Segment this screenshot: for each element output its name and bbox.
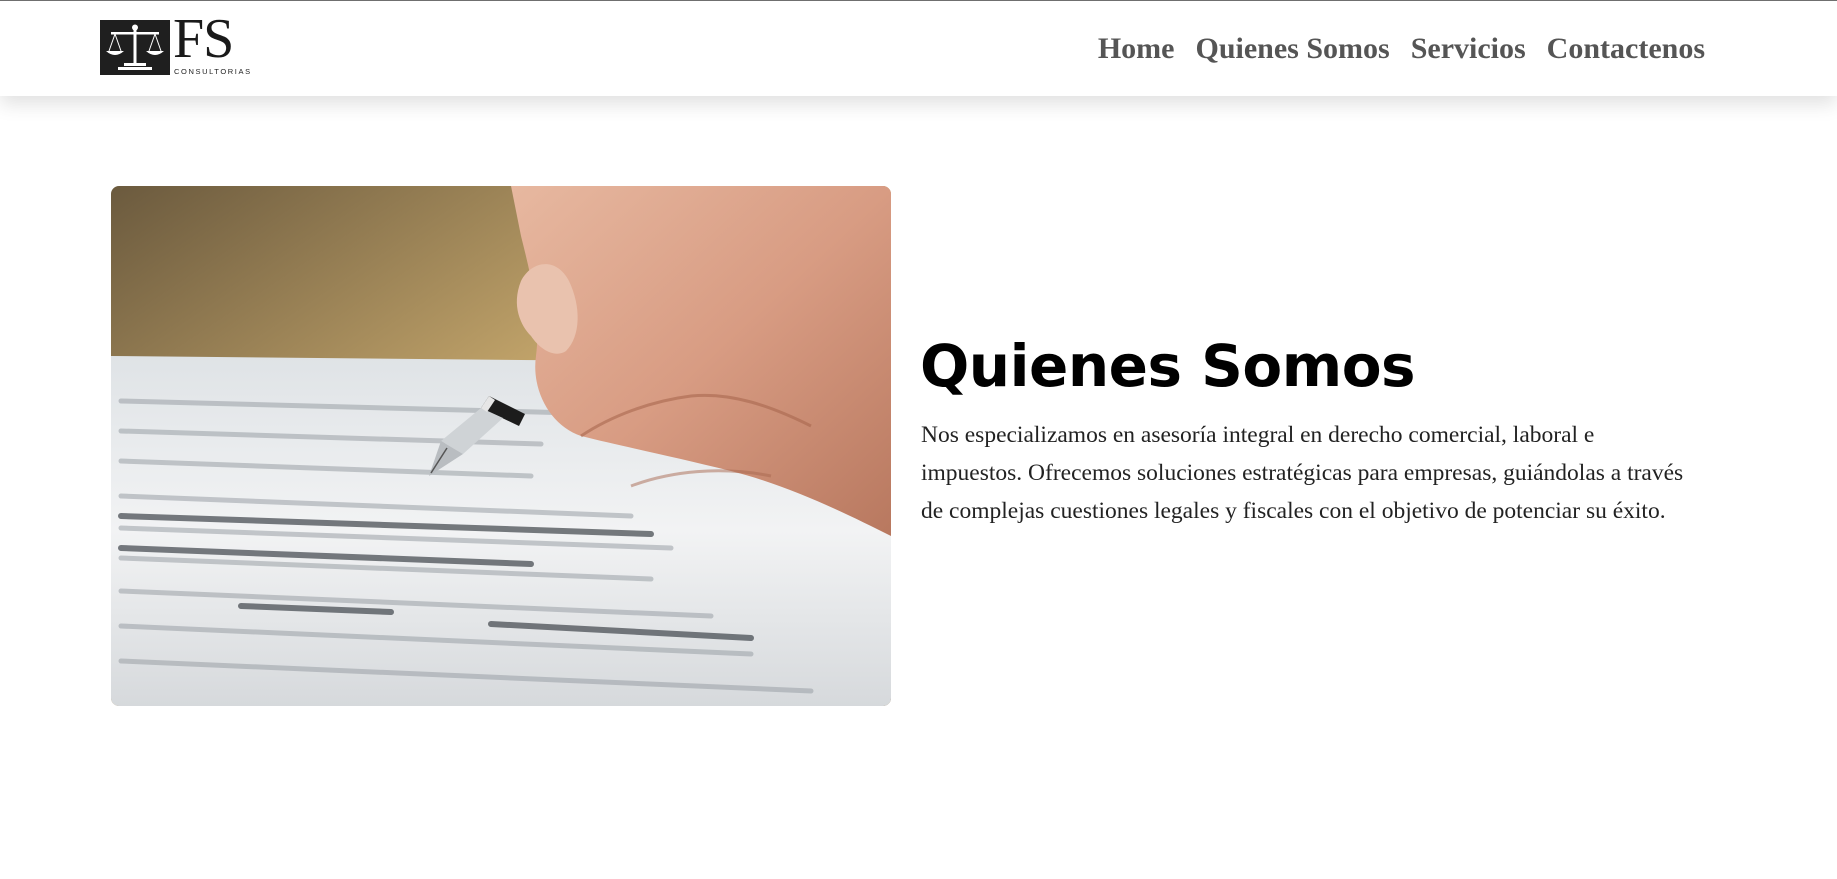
nav-link-contactenos[interactable]: Contactenos [1547,31,1705,67]
scales-of-justice-icon [100,20,170,75]
about-section: Quienes Somos Nos especializamos en ases… [0,96,1837,879]
brand-subtitle: CONSULTORIAS [174,67,252,76]
nav-link-home[interactable]: Home [1098,31,1175,67]
main-nav: Home Quienes Somos Servicios Contactenos [1098,31,1705,67]
about-title: Quienes Somos [920,332,1416,400]
contract-signing-photo [111,186,891,706]
brand-letters: FS [173,8,234,70]
brand-logo[interactable]: FS CONSULTORIAS [100,11,255,76]
nav-link-servicios[interactable]: Servicios [1411,31,1526,67]
nav-link-quienes-somos[interactable]: Quienes Somos [1195,31,1389,67]
about-description: Nos especializamos en asesoría integral … [921,422,1684,524]
site-header: FS CONSULTORIAS Home Quienes Somos Servi… [0,0,1837,96]
